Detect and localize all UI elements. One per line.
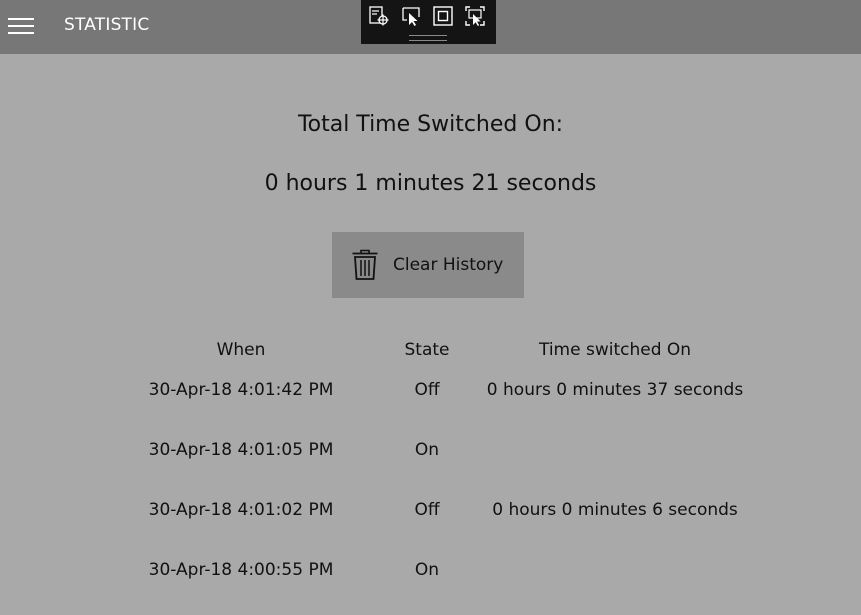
row-state: On bbox=[414, 560, 440, 580]
page-title: STATISTIC bbox=[64, 15, 150, 35]
column-header-when: When bbox=[216, 340, 266, 360]
live-visual-tree-icon[interactable] bbox=[368, 5, 390, 27]
hamburger-line bbox=[8, 25, 34, 27]
debug-toolbar bbox=[361, 0, 496, 44]
toolbar-grip[interactable] bbox=[409, 35, 447, 41]
hamburger-line bbox=[8, 32, 34, 34]
row-duration: 0 hours 0 minutes 6 seconds bbox=[492, 500, 738, 520]
trash-icon bbox=[352, 249, 378, 280]
column-header-time-switched-on: Time switched On bbox=[538, 340, 692, 360]
clear-history-label: Clear History bbox=[393, 255, 504, 275]
row-when: 30-Apr-18 4:01:05 PM bbox=[148, 440, 334, 460]
clear-history-button[interactable]: Clear History bbox=[332, 232, 524, 298]
row-when: 30-Apr-18 4:00:55 PM bbox=[148, 560, 334, 580]
row-state: On bbox=[414, 440, 440, 460]
hamburger-line bbox=[8, 18, 34, 20]
row-when: 30-Apr-18 4:01:02 PM bbox=[148, 500, 334, 520]
title-bar: STATISTIC bbox=[0, 0, 861, 54]
row-when: 30-Apr-18 4:01:42 PM bbox=[148, 380, 334, 400]
row-state: Off bbox=[414, 380, 440, 400]
column-header-state: State bbox=[404, 340, 450, 360]
layout-adorner-icon[interactable] bbox=[432, 5, 454, 27]
row-state: Off bbox=[414, 500, 440, 520]
select-element-icon[interactable] bbox=[400, 5, 422, 27]
track-focus-icon[interactable] bbox=[464, 5, 486, 27]
hamburger-menu-icon[interactable] bbox=[8, 16, 34, 36]
total-time-value: 0 hours 1 minutes 21 seconds bbox=[264, 171, 597, 196]
total-time-label: Total Time Switched On: bbox=[297, 112, 564, 137]
row-duration: 0 hours 0 minutes 37 seconds bbox=[486, 380, 744, 400]
